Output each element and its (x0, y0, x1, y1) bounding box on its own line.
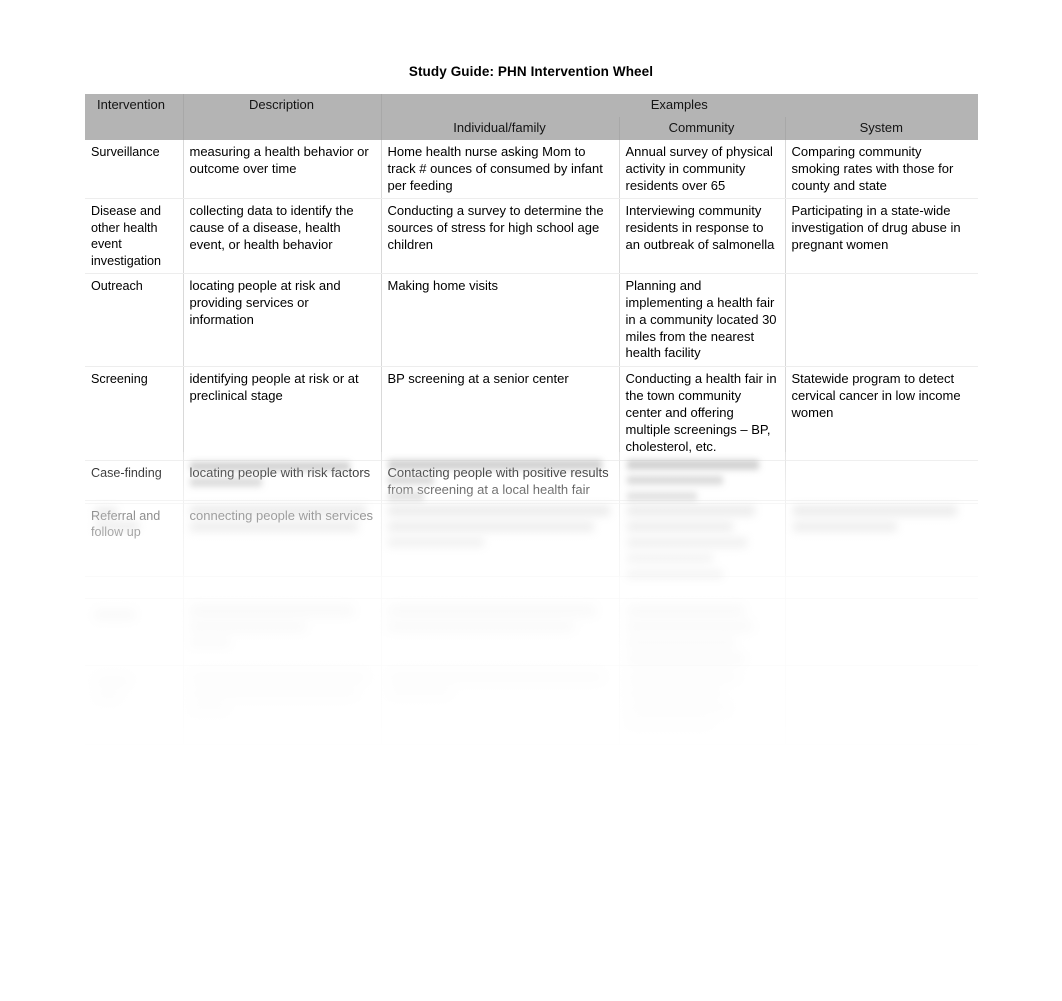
obscured-text (95, 610, 135, 620)
cell-intervention: Outreach (85, 273, 184, 368)
row-divider (85, 665, 978, 666)
cell-intervention: Disease and other health event investiga… (85, 198, 184, 274)
obscured-text (190, 688, 358, 698)
obscured-text (190, 622, 306, 632)
obscured-text (388, 672, 604, 682)
cell-description: locating people at risk and providing se… (183, 273, 382, 368)
row-divider (85, 500, 978, 501)
cell-community: Planning and implementing a health fair … (619, 273, 786, 368)
obscured-text (793, 522, 897, 532)
obscured-text (190, 506, 366, 516)
cell-individual-family: Conducting a survey to determine the sou… (381, 198, 620, 274)
obscured-text (190, 478, 262, 487)
page-title: Study Guide: PHN Intervention Wheel (408, 64, 654, 79)
obscured-text (95, 676, 131, 686)
document-page: Study Guide: PHN Intervention Wheel Inte… (0, 0, 1062, 1001)
column-header-system: System (785, 116, 979, 140)
obscured-text (627, 570, 723, 579)
obscured-text (95, 522, 139, 531)
obscured-text (95, 508, 117, 517)
obscured-text (190, 638, 230, 647)
obscured-text (388, 606, 596, 616)
obscured-text (388, 538, 484, 547)
obscured-text (388, 492, 424, 501)
cell-system (785, 273, 979, 368)
cell-system: Participating in a state-wide investigat… (785, 198, 979, 274)
obscured-text (627, 506, 755, 516)
obscured-text (190, 522, 358, 532)
obscured-text (190, 462, 350, 471)
cell-description: measuring a health behavior or outcome o… (183, 139, 382, 200)
table-row: Disease and other health event investiga… (85, 198, 979, 274)
obscured-text (627, 538, 747, 548)
intervention-wheel-table-wrapper: Intervention Description Examples Indivi… (85, 94, 979, 746)
cell-intervention: Case-finding (85, 460, 184, 504)
obscured-text (388, 476, 434, 485)
obscured-text (388, 622, 574, 632)
table-row: Outreach locating people at risk and pro… (85, 273, 979, 368)
cell-individual-family: BP screening at a senior center (381, 366, 620, 461)
cell-individual-family: Home health nurse asking Mom to track # … (381, 139, 620, 200)
obscured-text (190, 672, 368, 682)
cell-individual-family: Making home visits (381, 273, 620, 368)
column-header-examples: Examples (381, 94, 979, 117)
cell-description: collecting data to identify the cause of… (183, 198, 382, 274)
cell-system (785, 460, 979, 504)
obscured-text (627, 476, 723, 485)
obscured-text (388, 460, 602, 470)
obscured-text (627, 638, 735, 648)
table-row: Surveillance measuring a health behavior… (85, 139, 979, 200)
column-header-individual-family: Individual/family (381, 116, 620, 140)
row-divider (85, 744, 978, 745)
table-header-row-top: Intervention Description Examples (85, 94, 979, 140)
obscured-text (627, 460, 759, 470)
obscured-text (627, 688, 723, 698)
obscured-text (388, 506, 610, 516)
column-header-intervention: Intervention (85, 94, 184, 140)
row-divider (85, 598, 978, 599)
obscured-text (627, 654, 745, 664)
obscured-text (627, 522, 733, 532)
column-header-community: Community (619, 116, 786, 140)
table-header: Intervention Description Examples Indivi… (85, 94, 979, 140)
cell-community: Interviewing community residents in resp… (619, 198, 786, 274)
obscured-text (95, 692, 121, 701)
table-row: Screening identifying people at risk or … (85, 366, 979, 461)
obscured-text (627, 720, 713, 729)
column-header-description: Description (183, 94, 382, 140)
cell-description: identifying people at risk or at preclin… (183, 366, 382, 461)
obscured-text (627, 554, 713, 563)
cell-intervention: Surveillance (85, 139, 184, 200)
cell-system: Statewide program to detect cervical can… (785, 366, 979, 461)
cell-community: Annual survey of physical activity in co… (619, 139, 786, 200)
cell-intervention: Screening (85, 366, 184, 461)
obscured-text (190, 606, 354, 616)
intervention-wheel-table: Intervention Description Examples Indivi… (85, 94, 979, 577)
obscured-text (627, 606, 745, 616)
obscured-text (793, 506, 957, 516)
obscured-text (627, 492, 697, 501)
obscured-text (627, 622, 753, 632)
obscured-text (627, 704, 731, 714)
obscured-text (190, 704, 228, 713)
obscured-text (627, 672, 739, 682)
cell-system: Comparing community smoking rates with t… (785, 139, 979, 200)
cell-community: Conducting a health fair in the town com… (619, 366, 786, 461)
obscured-text (388, 688, 452, 697)
obscured-text (388, 522, 594, 532)
